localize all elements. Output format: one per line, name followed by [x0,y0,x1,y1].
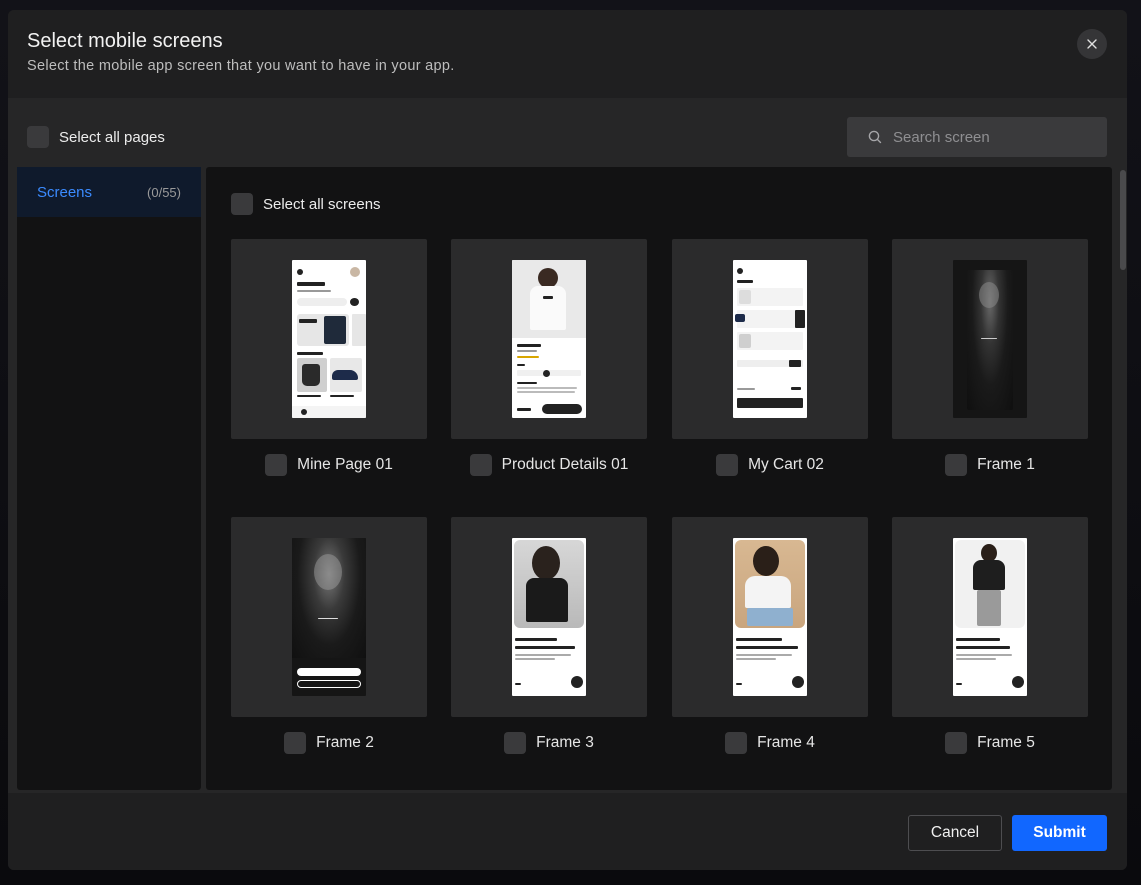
screen-label-row: Frame 5 [892,717,1088,769]
screen-card[interactable]: Frame 3 [451,517,647,769]
dialog-header: Select mobile screens Select the mobile … [8,10,1127,98]
screen-label-row: Product Details 01 [451,439,647,491]
select-all-pages-label: Select all pages [59,128,165,146]
screen-label-row: Frame 3 [451,717,647,769]
cancel-button[interactable]: Cancel [908,815,1002,851]
screen-preview-frame-2 [292,538,366,696]
screen-thumbnail [451,517,647,717]
screen-checkbox[interactable] [716,454,739,476]
dialog-title: Select mobile screens [27,30,223,52]
search-input[interactable] [893,128,1093,146]
screen-label-row: Frame 1 [892,439,1088,491]
screen-name: Frame 5 [977,734,1035,751]
screen-checkbox[interactable] [945,454,968,476]
screen-name: Product Details 01 [501,456,629,473]
select-all-screens-checkbox[interactable] [231,193,253,215]
screens-panel: Select all screens Mine Page 01 Product … [206,167,1112,790]
close-icon [1087,39,1097,49]
screen-name: Frame 4 [757,734,815,751]
screen-thumbnail [231,239,427,439]
screen-preview-product-details [512,260,586,418]
screen-card[interactable]: Frame 5 [892,517,1088,769]
screen-name: Frame 2 [316,734,374,751]
screen-thumbnail [451,239,647,439]
sidebar-item-label: Screens [37,183,93,201]
select-all-pages[interactable]: Select all pages [27,126,165,148]
screen-label-row: Mine Page 01 [231,439,427,491]
screen-label-row: My Cart 02 [672,439,868,491]
screen-card[interactable]: Product Details 01 [451,239,647,491]
screen-name: Frame 3 [536,734,594,751]
screen-checkbox[interactable] [504,732,527,754]
screen-preview-frame-4 [733,538,807,696]
screen-preview-frame-5 [953,538,1027,696]
screen-preview-home [292,260,366,418]
close-button[interactable] [1077,29,1107,59]
screen-card[interactable]: Frame 1 [892,239,1088,491]
screen-thumbnail [892,239,1088,439]
screen-checkbox[interactable] [284,732,307,754]
screen-checkbox[interactable] [469,454,492,476]
search-box[interactable] [847,117,1107,157]
sidebar: Screens (0/55) [17,167,201,790]
screen-thumbnail [672,239,868,439]
screen-name: Frame 1 [977,456,1035,473]
screen-card[interactable]: Frame 2 [231,517,427,769]
screen-checkbox[interactable] [265,454,288,476]
content-scrollbar[interactable] [1120,170,1126,270]
screen-label-row: Frame 4 [672,717,868,769]
screen-thumbnail [672,517,868,717]
screen-name: Mine Page 01 [297,456,393,473]
search-icon [868,130,882,144]
screen-checkbox[interactable] [945,732,968,754]
screen-name: My Cart 02 [748,456,824,473]
screen-card[interactable]: My Cart 02 [672,239,868,491]
submit-button[interactable]: Submit [1012,815,1107,851]
sidebar-item-screens[interactable]: Screens (0/55) [17,167,201,217]
screen-preview-my-cart [733,260,807,418]
select-all-screens-label: Select all screens [263,195,381,213]
screen-preview-frame-1 [953,260,1027,418]
select-all-pages-checkbox[interactable] [27,126,49,148]
screen-preview-frame-3 [512,538,586,696]
dialog-subtitle: Select the mobile app screen that you wa… [27,58,455,74]
screen-thumbnail [892,517,1088,717]
screen-label-row: Frame 2 [231,717,427,769]
select-all-screens[interactable]: Select all screens [231,193,381,215]
sidebar-item-count: (0/55) [147,184,181,200]
screen-checkbox[interactable] [725,732,748,754]
select-screens-dialog: Select mobile screens Select the mobile … [8,10,1127,870]
screen-thumbnail [231,517,427,717]
screen-card[interactable]: Mine Page 01 [231,239,427,491]
screen-card[interactable]: Frame 4 [672,517,868,769]
